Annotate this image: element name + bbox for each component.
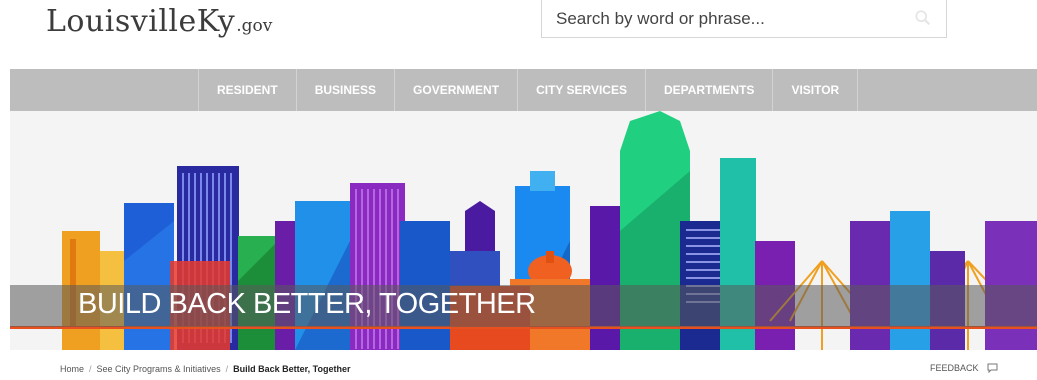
breadcrumb-programs-link[interactable]: See City Programs & Initiatives (97, 364, 221, 374)
nav-item-departments[interactable]: DEPARTMENTS (644, 69, 772, 111)
hero-title: BUILD BACK BETTER, TOGETHER (78, 288, 536, 320)
breadcrumb: Home / See City Programs & Initiatives / Bui… (60, 364, 350, 374)
site-logo[interactable]: LouisvilleKy .gov (46, 4, 272, 39)
logo-domain-text: .gov (236, 16, 273, 36)
search-input[interactable] (554, 6, 898, 32)
search-icon[interactable] (914, 9, 932, 27)
nav-item-business[interactable]: BUSINESS (295, 69, 394, 111)
hero-banner: BUILD BACK BETTER, TOGETHER (10, 111, 1037, 350)
breadcrumb-current: Build Back Better, Together (233, 364, 351, 374)
hero-title-overlay: BUILD BACK BETTER, TOGETHER (10, 285, 1037, 327)
nav-item-government[interactable]: GOVERNMENT (394, 69, 517, 111)
breadcrumb-separator: / (89, 364, 92, 374)
feedback-button[interactable]: FEEDBACK (930, 363, 998, 373)
nav-item-resident[interactable]: RESIDENT (198, 69, 296, 111)
nav-item-city-services[interactable]: CITY SERVICES (517, 69, 645, 111)
nav-item-visitor[interactable]: VISITOR (772, 69, 859, 111)
feedback-label: FEEDBACK (930, 363, 979, 373)
breadcrumb-home-link[interactable]: Home (60, 364, 84, 374)
comment-icon (987, 363, 998, 373)
breadcrumb-separator: / (225, 364, 229, 374)
logo-main-text: LouisvilleKy (46, 4, 236, 39)
search-box (541, 0, 947, 38)
main-navigation: RESIDENT BUSINESS GOVERNMENT CITY SERVIC… (10, 69, 1037, 111)
